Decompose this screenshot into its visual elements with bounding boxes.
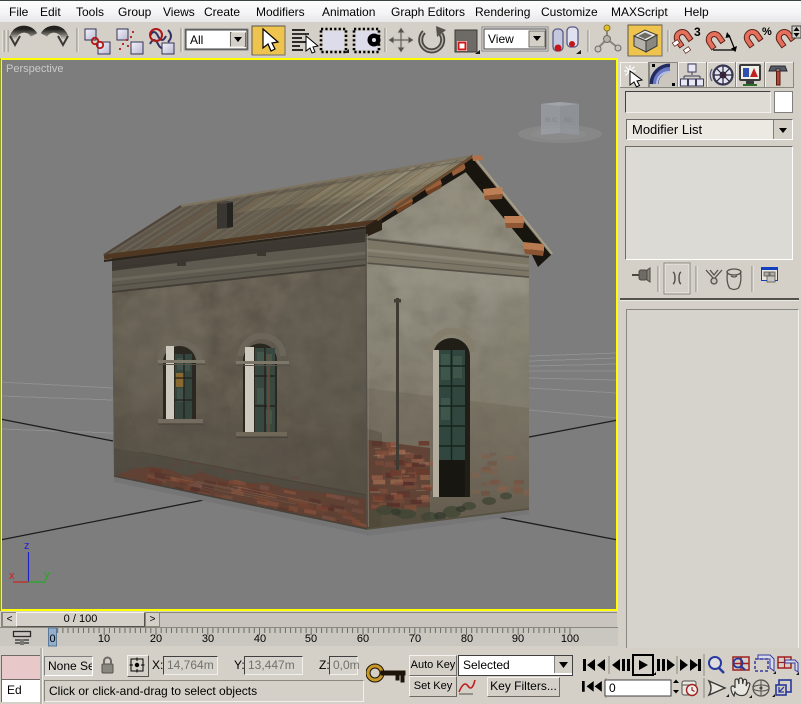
svg-text:All: All	[190, 33, 203, 47]
svg-text:100: 100	[561, 633, 579, 645]
svg-text:20: 20	[150, 633, 162, 645]
svg-text:Perspective: Perspective	[6, 63, 63, 75]
svg-text:%: %	[762, 26, 772, 38]
svg-text:x: x	[9, 570, 15, 582]
svg-text:50: 50	[305, 633, 317, 645]
svg-text:80: 80	[461, 633, 473, 645]
svg-text:y: y	[44, 569, 50, 581]
svg-text:10: 10	[98, 633, 110, 645]
svg-text:BO: BO	[564, 118, 573, 124]
svg-text:60: 60	[357, 633, 369, 645]
svg-text:z: z	[24, 540, 30, 552]
svg-text:0: 0	[609, 681, 616, 695]
svg-text:90: 90	[512, 633, 524, 645]
svg-text:70: 70	[409, 633, 421, 645]
svg-text:3: 3	[694, 25, 701, 39]
svg-text:30: 30	[202, 633, 214, 645]
svg-text:View: View	[488, 32, 514, 46]
svg-text:0: 0	[49, 633, 55, 645]
svg-text:BUC: BUC	[545, 118, 558, 124]
svg-text:40: 40	[254, 633, 266, 645]
